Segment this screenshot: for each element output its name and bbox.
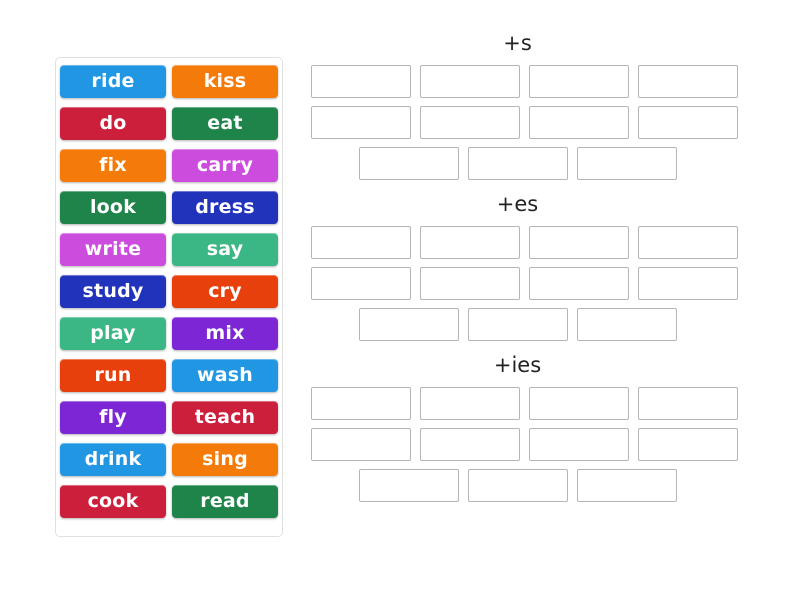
drop-slot[interactable] <box>420 226 520 259</box>
drop-slot[interactable] <box>358 308 459 341</box>
drop-slot[interactable] <box>420 65 520 98</box>
drop-slot[interactable] <box>529 106 629 139</box>
word-tile[interactable]: fix <box>60 149 166 182</box>
word-tile[interactable]: kiss <box>172 65 278 98</box>
drop-slot[interactable] <box>638 106 738 139</box>
drop-slot[interactable] <box>311 226 411 259</box>
drop-slot[interactable] <box>638 65 738 98</box>
drop-slot[interactable] <box>420 267 520 300</box>
drop-slot[interactable] <box>311 106 411 139</box>
word-tile[interactable]: cry <box>172 275 278 308</box>
drop-slot[interactable] <box>638 226 738 259</box>
drop-slot[interactable] <box>576 147 677 180</box>
drop-slot[interactable] <box>576 469 677 502</box>
sorting-group: +ies <box>300 352 750 502</box>
drop-slot[interactable] <box>467 469 568 502</box>
drop-slot[interactable] <box>311 267 411 300</box>
sorting-group: +s <box>300 30 750 180</box>
slot-row <box>300 428 750 461</box>
word-tile[interactable]: study <box>60 275 166 308</box>
slot-row <box>300 267 750 300</box>
word-tile-grid: ride kiss do eat fix carry look dress write say st… <box>60 65 278 518</box>
drop-slot[interactable] <box>529 65 629 98</box>
drop-slot[interactable] <box>420 387 520 420</box>
word-tile[interactable]: run <box>60 359 166 392</box>
word-tile[interactable]: fly <box>60 401 166 434</box>
slot-row <box>300 65 750 98</box>
slot-row <box>300 387 750 420</box>
word-tile[interactable]: eat <box>172 107 278 140</box>
drop-slot[interactable] <box>576 308 677 341</box>
word-tile[interactable]: carry <box>172 149 278 182</box>
word-tile[interactable]: say <box>172 233 278 266</box>
word-tile[interactable]: look <box>60 191 166 224</box>
slot-row <box>300 226 750 259</box>
drop-slot[interactable] <box>529 387 629 420</box>
word-tile[interactable]: sing <box>172 443 278 476</box>
word-tile[interactable]: read <box>172 485 278 518</box>
word-tile[interactable]: write <box>60 233 166 266</box>
drop-slot[interactable] <box>529 226 629 259</box>
slot-row <box>300 308 735 341</box>
word-tile[interactable]: do <box>60 107 166 140</box>
sorting-activity-page: ride kiss do eat fix carry look dress write say st… <box>0 0 800 600</box>
sorting-group-title: +es <box>496 192 539 216</box>
word-tile[interactable]: ride <box>60 65 166 98</box>
drop-slot[interactable] <box>529 267 629 300</box>
sorting-group-title: +s <box>503 31 532 55</box>
word-tile[interactable]: drink <box>60 443 166 476</box>
drop-slot[interactable] <box>638 428 738 461</box>
slot-row <box>300 469 735 502</box>
drop-slot[interactable] <box>420 106 520 139</box>
word-tile[interactable]: mix <box>172 317 278 350</box>
sorting-group: +es <box>300 191 750 341</box>
word-tile[interactable]: play <box>60 317 166 350</box>
word-tile[interactable]: dress <box>172 191 278 224</box>
sorting-groups: +s +es +ies <box>300 30 750 513</box>
drop-slot[interactable] <box>467 147 568 180</box>
drop-slot[interactable] <box>311 65 411 98</box>
slot-row <box>300 106 750 139</box>
drop-slot[interactable] <box>311 428 411 461</box>
sorting-group-title: +ies <box>493 353 542 377</box>
drop-slot[interactable] <box>311 387 411 420</box>
drop-slot[interactable] <box>420 428 520 461</box>
drop-slot[interactable] <box>358 147 459 180</box>
word-tile[interactable]: wash <box>172 359 278 392</box>
drop-slot[interactable] <box>529 428 629 461</box>
word-tile[interactable]: teach <box>172 401 278 434</box>
word-bank-panel: ride kiss do eat fix carry look dress write say st… <box>55 57 283 537</box>
drop-slot[interactable] <box>638 387 738 420</box>
drop-slot[interactable] <box>467 308 568 341</box>
word-tile[interactable]: cook <box>60 485 166 518</box>
slot-row <box>300 147 735 180</box>
drop-slot[interactable] <box>638 267 738 300</box>
drop-slot[interactable] <box>358 469 459 502</box>
